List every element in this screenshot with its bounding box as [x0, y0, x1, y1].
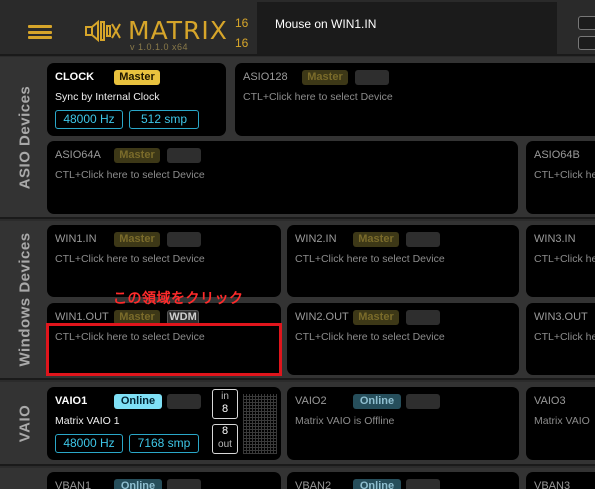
device-description: CTL+Click here to select Device	[295, 331, 445, 343]
device-description: Sync by Internal Clock	[55, 91, 160, 103]
empty-badge	[167, 394, 201, 409]
online-badge[interactable]: Online	[353, 394, 401, 409]
device-name: VAIO1	[55, 395, 88, 407]
device-name: WIN2.IN	[295, 233, 337, 245]
device-card-asio64b[interactable]: ASIO64B CTL+Click he	[526, 141, 595, 214]
device-name: ASIO64B	[534, 149, 580, 161]
device-card-asio64a[interactable]: ASIO64A Master CTL+Click here to select …	[47, 141, 518, 214]
output-channels-box[interactable]: 8 out	[212, 424, 238, 454]
device-description: Matrix VAIO 1	[55, 415, 120, 427]
status-text: Mouse on WIN1.IN	[275, 17, 377, 31]
window-button-2[interactable]	[578, 36, 595, 50]
device-description: Matrix VAIO	[534, 415, 590, 427]
device-card-vban2[interactable]: VBAN2 Online	[287, 472, 519, 489]
device-description: CTL+Click he	[534, 169, 595, 181]
device-card-win2-in[interactable]: WIN2.IN Master CTL+Click here to select …	[287, 225, 519, 297]
level-meter-grid	[243, 394, 277, 454]
device-card-win3-in[interactable]: WIN3.IN CTL+Click he	[526, 225, 595, 297]
logo-text: MATRIX	[128, 16, 228, 45]
input-label: in	[221, 391, 229, 402]
master-badge[interactable]: Master	[114, 148, 160, 163]
top-bar: MATRIX v 1.0.1.0 x64 16 16 Mouse on WIN1…	[0, 0, 595, 56]
device-name: VAIO3	[534, 395, 566, 407]
online-badge[interactable]: Online	[353, 479, 401, 489]
device-name: VBAN1	[55, 480, 92, 489]
device-description: CTL+Click here to select Device	[243, 91, 393, 103]
device-name: ASIO64A	[55, 149, 101, 161]
device-card-vban3[interactable]: VBAN3	[526, 472, 595, 489]
device-name: WIN3.OUT	[534, 311, 588, 323]
annotation-highlight-box	[46, 323, 282, 376]
master-badge[interactable]: Master	[353, 232, 399, 247]
window-button-1[interactable]	[578, 16, 595, 30]
master-badge[interactable]: Master	[353, 310, 399, 325]
empty-badge	[167, 232, 201, 247]
device-description: CTL+Click here to select Device	[295, 253, 445, 265]
input-count: 8	[221, 403, 229, 415]
device-description: Matrix VAIO is Offline	[295, 415, 395, 427]
output-label: out	[218, 439, 232, 450]
empty-badge	[406, 394, 440, 409]
annotation-text: この領域をクリック	[113, 290, 244, 306]
buffer-size-box[interactable]: 512 smp	[129, 110, 199, 129]
device-card-win1-in[interactable]: WIN1.IN Master CTL+Click here to select …	[47, 225, 281, 297]
sample-rate-box[interactable]: 48000 Hz	[55, 110, 123, 129]
master-badge[interactable]: Master	[302, 70, 348, 85]
sample-rate-box[interactable]: 48000 Hz	[55, 434, 123, 453]
device-card-vaio2[interactable]: VAIO2 Online Matrix VAIO is Offline	[287, 387, 519, 460]
device-name: WIN2.OUT	[295, 311, 349, 323]
online-badge[interactable]: Online	[114, 479, 162, 489]
buffer-size-box[interactable]: 7168 smp	[129, 434, 199, 453]
online-badge[interactable]: Online	[114, 394, 162, 409]
device-name: WIN1.IN	[55, 233, 97, 245]
device-description: CTL+Click he	[534, 331, 595, 343]
device-name: CLOCK	[55, 71, 95, 83]
device-name: WIN1.OUT	[55, 311, 109, 323]
empty-badge	[167, 479, 201, 489]
empty-badge	[355, 70, 389, 85]
logo-number-bottom: 16	[235, 36, 249, 50]
empty-badge	[167, 148, 201, 163]
windows-section-label: Windows Devices	[16, 232, 34, 367]
master-badge[interactable]: Master	[114, 232, 160, 247]
vaio-section-label: VAIO	[16, 404, 34, 442]
device-name: VBAN3	[534, 480, 571, 489]
matrix-logo-icon	[85, 19, 121, 43]
master-badge[interactable]: Master	[114, 70, 160, 85]
device-card-asio128[interactable]: ASIO128 Master CTL+Click here to select …	[235, 63, 595, 136]
menu-icon[interactable]	[28, 25, 52, 39]
version-label: v 1.0.1.0 x64	[130, 42, 189, 52]
logo-number-top: 16	[235, 16, 249, 30]
empty-badge	[406, 310, 440, 325]
device-name: VBAN2	[295, 480, 332, 489]
device-name: ASIO128	[243, 71, 288, 83]
device-name: WIN3.IN	[534, 233, 576, 245]
empty-badge	[406, 479, 440, 489]
device-card-vban1[interactable]: VBAN1 Online	[47, 472, 281, 489]
empty-badge	[406, 232, 440, 247]
device-card-win3-out[interactable]: WIN3.OUT CTL+Click he	[526, 303, 595, 375]
asio-section-label: ASIO Devices	[16, 85, 34, 189]
device-description: CTL+Click he	[534, 253, 595, 265]
device-card-vaio3[interactable]: VAIO3 Matrix VAIO	[526, 387, 595, 460]
device-description: CTL+Click here to select Device	[55, 169, 205, 181]
device-card-win2-out[interactable]: WIN2.OUT Master CTL+Click here to select…	[287, 303, 519, 375]
input-channels-box[interactable]: in 8	[212, 389, 238, 419]
device-card-clock[interactable]: CLOCK Master Sync by Internal Clock 4800…	[47, 63, 226, 136]
device-description: CTL+Click here to select Device	[55, 253, 205, 265]
output-count: 8	[221, 425, 229, 437]
device-name: VAIO2	[295, 395, 327, 407]
